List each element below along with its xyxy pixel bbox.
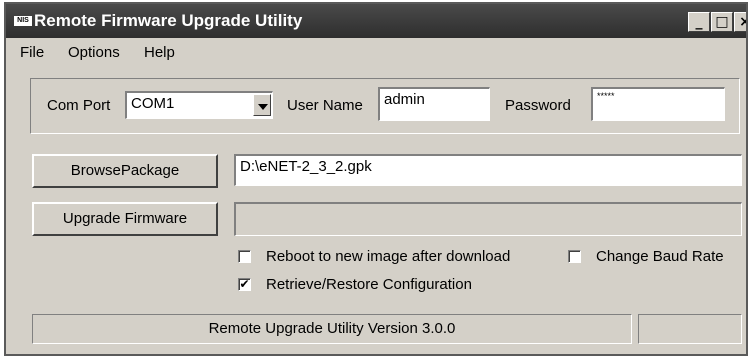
- title-bar[interactable]: NIS Remote Firmware Upgrade Utility _ □ …: [6, 4, 746, 38]
- status-version: Remote Upgrade Utility Version 3.0.0: [32, 314, 632, 344]
- app-icon: NIS: [14, 16, 32, 26]
- close-button[interactable]: ×: [734, 12, 746, 32]
- reboot-label[interactable]: Reboot to new image after download: [266, 248, 510, 265]
- retrieve-checkbox[interactable]: ✔: [238, 278, 251, 291]
- status-secondary: [638, 314, 742, 344]
- maximize-button[interactable]: □: [711, 12, 733, 32]
- menu-file[interactable]: File: [20, 44, 44, 61]
- menu-help-label: Help: [144, 44, 175, 61]
- menu-options[interactable]: Options: [68, 44, 120, 61]
- user-name-field[interactable]: admin: [378, 87, 490, 121]
- checkmark-icon: ✔: [239, 277, 250, 291]
- reboot-checkbox[interactable]: [238, 250, 251, 263]
- minimize-button[interactable]: _: [688, 12, 710, 32]
- com-port-label: Com Port: [47, 97, 111, 114]
- password-field[interactable]: *****: [591, 87, 725, 121]
- upgrade-progress-bar: [234, 202, 742, 236]
- connection-group: Com Port COM1 User Name admin Password *…: [30, 78, 740, 134]
- baud-checkbox[interactable]: [568, 250, 581, 263]
- browse-package-button[interactable]: BrowsePackage: [32, 154, 218, 188]
- menu-help[interactable]: Help: [144, 44, 175, 61]
- com-port-select[interactable]: COM1: [125, 91, 273, 119]
- com-port-value: COM1: [131, 95, 175, 112]
- menu-options-label: Options: [68, 44, 120, 61]
- window-title: Remote Firmware Upgrade Utility: [34, 11, 303, 30]
- password-label: Password: [505, 97, 571, 114]
- baud-label[interactable]: Change Baud Rate: [596, 248, 724, 265]
- user-name-label: User Name: [287, 97, 363, 114]
- chevron-down-icon[interactable]: [253, 94, 271, 116]
- upgrade-firmware-button[interactable]: Upgrade Firmware: [32, 202, 218, 236]
- package-path-field[interactable]: D:\eNET-2_3_2.gpk: [234, 154, 742, 186]
- menu-bar: File Options Help: [6, 38, 746, 62]
- retrieve-label[interactable]: Retrieve/Restore Configuration: [266, 276, 472, 293]
- menu-file-label: File: [20, 44, 45, 61]
- app-window: NIS Remote Firmware Upgrade Utility _ □ …: [4, 2, 748, 356]
